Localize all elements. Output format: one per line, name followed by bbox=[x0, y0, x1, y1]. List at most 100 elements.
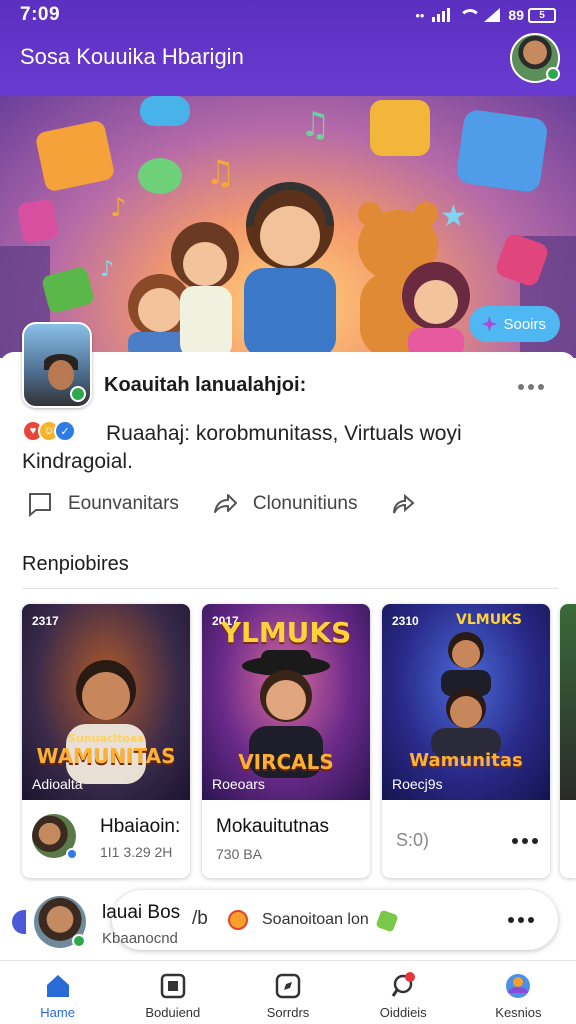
tile-art: 2017 YLMUKS VIRCALS Roeoars bbox=[202, 604, 370, 800]
tile-banner: VIRCALS bbox=[238, 750, 334, 774]
sparkle-icon bbox=[481, 316, 498, 332]
svg-text:♪: ♪ bbox=[100, 257, 114, 282]
like-reaction-icon: ✓ bbox=[54, 420, 76, 442]
nav-explore[interactable]: Sorrdrs bbox=[230, 961, 345, 1024]
media-tile-partial[interactable] bbox=[560, 604, 576, 878]
post-text: Ruaahaj: korobmunitass, Virtuals woyi Ki… bbox=[22, 422, 462, 473]
comment-icon bbox=[29, 493, 51, 518]
compass-icon bbox=[275, 973, 301, 999]
nav-home-label: Hame bbox=[40, 1005, 75, 1020]
chat-avatar[interactable] bbox=[34, 896, 86, 948]
nav-profile[interactable]: Kesnios bbox=[461, 961, 576, 1024]
dot-icon bbox=[538, 384, 544, 390]
battery-indicator: 89 5 bbox=[508, 7, 556, 23]
tile-person-image bbox=[431, 632, 501, 758]
comment-button[interactable]: Eounvanitars bbox=[26, 490, 179, 518]
dot-icon bbox=[522, 838, 528, 844]
tile-banner-top: YLMUKS bbox=[220, 616, 352, 649]
tile-banner: WAMUNITAS bbox=[36, 744, 176, 768]
dot-icon bbox=[518, 384, 524, 390]
svg-text:♫: ♫ bbox=[300, 105, 330, 145]
app-header: 7:09 •• 89 5 Sosa Kouuika Hbarigin bbox=[0, 0, 576, 96]
post-more-button[interactable] bbox=[518, 384, 544, 390]
dot-icon bbox=[508, 917, 514, 923]
post-author-avatar[interactable] bbox=[22, 322, 92, 408]
svg-text:♪: ♪ bbox=[110, 193, 127, 223]
tile-meta: 730 BA bbox=[216, 846, 262, 862]
comment-label: Eounvanitars bbox=[68, 493, 179, 514]
signal-icon bbox=[432, 8, 451, 22]
dot-icon bbox=[528, 917, 534, 923]
forward-icon bbox=[393, 493, 416, 514]
tile-art bbox=[560, 604, 576, 800]
post-actions: Eounvanitars Clonunitiuns bbox=[26, 490, 449, 518]
nav-notifications-label: Oiddieis bbox=[379, 1005, 427, 1020]
reactions[interactable]: ♥ ☺ ✓ bbox=[22, 420, 76, 442]
stories-chip[interactable]: Sooirs bbox=[469, 306, 560, 342]
battery-icon: 5 bbox=[528, 7, 556, 23]
tile-caption: Roecj9s bbox=[392, 776, 443, 792]
tile-caption: Roeoars bbox=[212, 776, 265, 792]
battery-percent: 89 bbox=[508, 7, 524, 23]
dot-icon bbox=[512, 838, 518, 844]
tile-footer: Mokauitutnas 730 BA bbox=[202, 800, 370, 878]
tile-art: 2310 VLMUKS Wamunitas Roecj9s bbox=[382, 604, 550, 800]
post-author-name[interactable]: Koauitah lanualahjoi: bbox=[104, 374, 306, 397]
tile-meta: 1I1 3.29 2H bbox=[100, 844, 173, 860]
nav-feed[interactable]: Boduiend bbox=[115, 961, 230, 1024]
tile-caption: Adioalta bbox=[32, 776, 83, 792]
stories-chip-label: Sooirs bbox=[503, 315, 546, 333]
nav-profile-label: Kesnios bbox=[495, 1005, 542, 1020]
globe-icon bbox=[506, 974, 531, 998]
dot-icon bbox=[518, 917, 524, 923]
share-label: Clonunitiuns bbox=[252, 493, 358, 514]
pill-message: Soanoitoan lon bbox=[262, 911, 369, 928]
wifi-icon bbox=[458, 8, 482, 22]
status-bar: 7:09 •• 89 5 bbox=[0, 0, 576, 30]
verified-icon bbox=[72, 934, 86, 948]
share-button[interactable]: Clonunitiuns bbox=[211, 490, 358, 518]
tile-banner-top: VLMUKS bbox=[456, 612, 522, 628]
pill-slash: /b bbox=[192, 908, 208, 929]
verified-icon bbox=[66, 848, 78, 860]
chat-sub: Kbaanocnd bbox=[102, 930, 178, 947]
avatar-face bbox=[48, 360, 74, 390]
tile-title: Hbaiaoin: bbox=[100, 816, 181, 837]
cell-signal-icon bbox=[484, 8, 501, 22]
nav-feed-label: Boduiend bbox=[145, 1005, 201, 1020]
home-icon bbox=[46, 975, 69, 997]
emoji-icon bbox=[228, 910, 248, 930]
media-tile[interactable]: 2017 YLMUKS VIRCALS Roeoars Mokauitutnas… bbox=[202, 604, 370, 878]
sticker-icon bbox=[375, 909, 399, 933]
tile-footer: S:0) bbox=[382, 800, 550, 878]
nav-home[interactable]: Hame bbox=[0, 961, 115, 1024]
tile-art: 2317 Sunuacltoas WAMUNITAS Adioalta bbox=[22, 604, 190, 800]
notifications-icon bbox=[391, 972, 416, 997]
tile-banner: Wamunitas bbox=[409, 750, 523, 771]
bottom-nav: Hame Boduiend Sorrdrs Oiddieis Kesnios bbox=[0, 960, 576, 1024]
media-tile[interactable]: 2310 VLMUKS Wamunitas Roecj9s S:0) bbox=[382, 604, 550, 878]
online-indicator bbox=[546, 67, 560, 81]
status-time: 7:09 bbox=[20, 4, 61, 25]
tile-footer: Hbaiaoin: 1I1 3.29 2H bbox=[22, 800, 190, 878]
divider bbox=[22, 588, 558, 589]
dot-icon bbox=[532, 838, 538, 844]
svg-text:♫: ♫ bbox=[205, 153, 235, 193]
chat-name[interactable]: lauai Bos bbox=[102, 902, 180, 924]
dots-icon: •• bbox=[415, 7, 425, 23]
verified-icon bbox=[70, 386, 86, 402]
status-icons: •• 89 5 bbox=[415, 7, 556, 23]
section-title: Renpiobires bbox=[22, 553, 129, 575]
square-icon bbox=[160, 973, 186, 999]
forward-button[interactable] bbox=[389, 490, 417, 518]
tile-year: 2317 bbox=[32, 614, 59, 628]
nav-notifications[interactable]: Oiddieis bbox=[346, 961, 461, 1024]
page-title: Sosa Kouuika Hbarigin bbox=[20, 44, 244, 69]
tile-title: Mokauitutnas bbox=[216, 816, 330, 837]
svg-text:★: ★ bbox=[440, 199, 467, 234]
media-tile[interactable]: 2317 Sunuacltoas WAMUNITAS Adioalta Hbai… bbox=[22, 604, 190, 878]
dot-icon bbox=[528, 384, 534, 390]
pill-more-button[interactable] bbox=[508, 917, 534, 923]
profile-avatar[interactable] bbox=[510, 33, 560, 83]
tile-more-button[interactable] bbox=[512, 838, 538, 844]
